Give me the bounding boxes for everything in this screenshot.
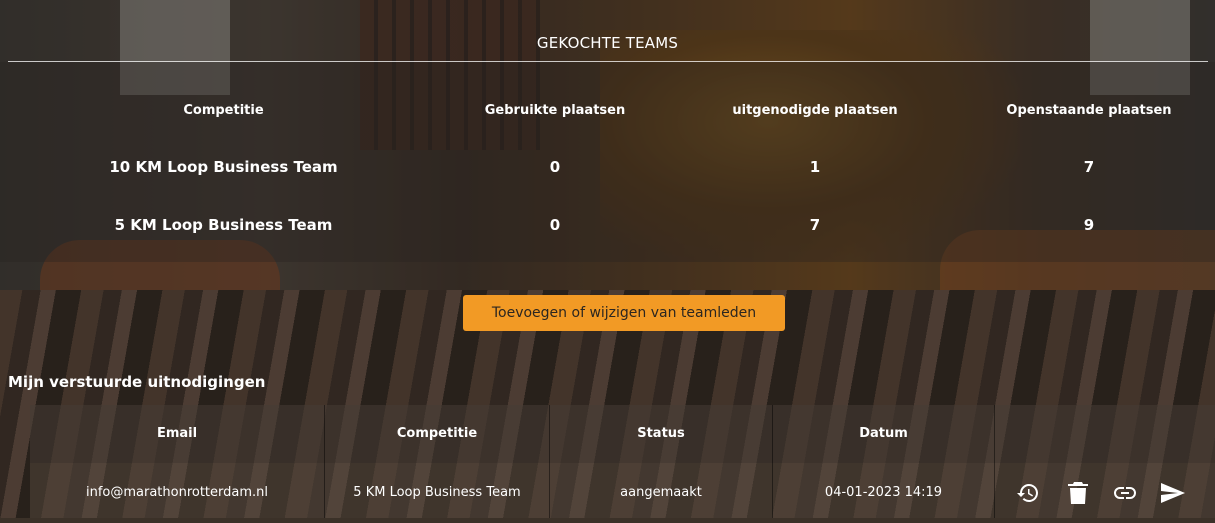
header-actions — [995, 405, 1215, 463]
team-row-2-invited: 7 — [809, 216, 821, 234]
trash-icon[interactable] — [1065, 480, 1091, 506]
teams-header-competition: Competitie — [183, 103, 264, 118]
teams-header-open-places: Openstaande plaatsen — [1006, 103, 1172, 118]
team-row-1-open: 7 — [1083, 158, 1095, 176]
invitations-table: Email Competitie Status Datum info@marat… — [30, 405, 1215, 518]
header-status: Status — [550, 405, 773, 463]
invite-status: aangemaakt — [550, 463, 773, 518]
team-row-2-used: 0 — [549, 216, 561, 234]
teams-header-used-places: Gebruikte plaatsen — [484, 103, 626, 118]
title-divider — [8, 61, 1208, 62]
history-icon[interactable] — [1015, 480, 1041, 506]
invite-competition: 5 KM Loop Business Team — [325, 463, 550, 518]
purchased-teams-title: GEKOCHTE TEAMS — [536, 34, 679, 52]
team-row-1-invited: 1 — [809, 158, 821, 176]
teams-header-invited-places: uitgenodigde plaatsen — [732, 103, 898, 118]
invitations-table-header: Email Competitie Status Datum — [30, 405, 1215, 463]
team-row-2-open: 9 — [1083, 216, 1095, 234]
invite-date: 04-01-2023 14:19 — [773, 463, 995, 518]
header-email: Email — [30, 405, 325, 463]
invite-email: info@marathonrotterdam.nl — [30, 463, 325, 518]
header-date: Datum — [773, 405, 995, 463]
link-icon[interactable] — [1112, 480, 1138, 506]
header-competition: Competitie — [325, 405, 550, 463]
send-icon[interactable] — [1160, 480, 1186, 506]
team-row-1-used: 0 — [549, 158, 561, 176]
team-row-1-competition: 10 KM Loop Business Team — [109, 158, 338, 176]
edit-team-members-button[interactable]: Toevoegen of wijzigen van teamleden — [463, 295, 785, 331]
invite-actions — [1015, 463, 1215, 518]
team-row-2-competition: 5 KM Loop Business Team — [114, 216, 333, 234]
sent-invitations-title: Mijn verstuurde uitnodigingen — [8, 373, 266, 391]
